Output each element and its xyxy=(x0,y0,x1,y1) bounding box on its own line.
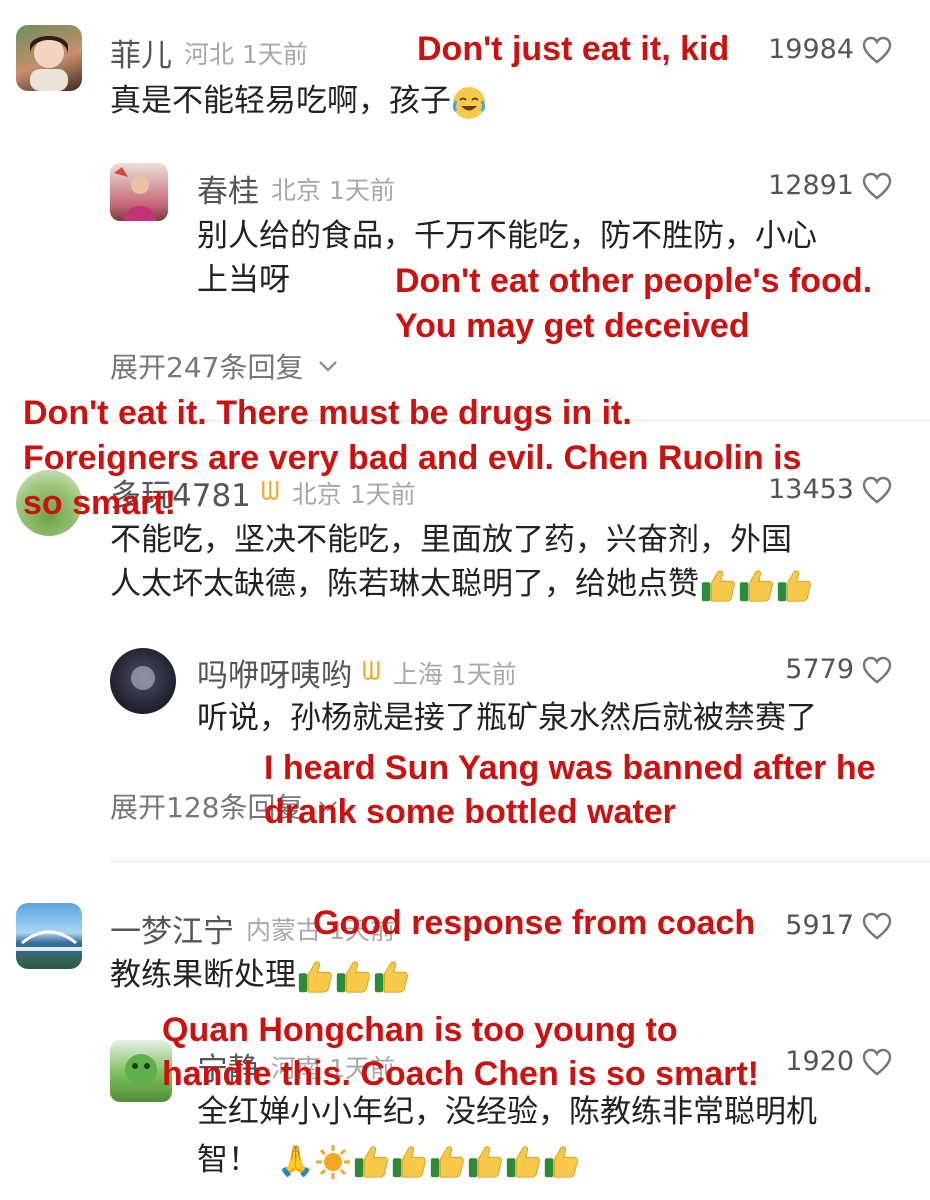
reply-text-line: 智！ 🙏 xyxy=(197,1138,580,1184)
expand-replies-button[interactable]: 展开247条回复 xyxy=(110,346,339,386)
divider xyxy=(110,861,930,862)
timestamp: 1天前 xyxy=(450,659,517,689)
thumbs-up-emoji xyxy=(504,1143,542,1181)
comment-meta: 菲儿 河北 1天前 xyxy=(110,30,308,75)
username[interactable]: 春桂 xyxy=(197,166,259,211)
reply-text-line: 别人给的食品，千万不能吃，防不胜防，小心 xyxy=(197,218,817,254)
reply-meta: 春桂 北京 1天前 xyxy=(197,166,395,211)
heart-outline-icon[interactable] xyxy=(862,912,892,940)
thumbs-up-emoji xyxy=(296,958,334,996)
like-count: 5917 xyxy=(785,910,854,941)
heart-outline-icon[interactable] xyxy=(862,36,892,64)
translation-annotation: handle this. Coach Chen is so smart! xyxy=(162,1055,760,1093)
thumbs-up-emoji xyxy=(542,1143,580,1181)
like-count: 1920 xyxy=(785,1046,854,1077)
ribbon-badge-icon: ᗯ xyxy=(362,657,381,687)
pray-emoji: 🙏 xyxy=(277,1143,315,1179)
comment-text-line: 人太坏太缺德，陈若琳太聪明了，给她点赞 xyxy=(110,562,813,606)
like-count: 12891 xyxy=(768,170,854,201)
avatar-photo xyxy=(131,666,155,690)
username[interactable]: 一梦江宁 xyxy=(110,906,234,951)
translation-annotation: Don't just eat it, kid xyxy=(417,30,730,68)
comment-text: 真是不能轻易吃啊，孩子 xyxy=(110,79,487,123)
reply-avatar[interactable] xyxy=(110,648,176,714)
like-button[interactable]: 5779 xyxy=(785,654,892,685)
thumbs-up-emoji xyxy=(737,567,775,605)
reply-meta: 吗咿呀咦哟 ᗯ 上海 1天前 xyxy=(197,650,517,695)
translation-annotation: You may get deceived xyxy=(395,307,750,345)
comment-text: 教练果断处理 xyxy=(110,953,410,997)
avatar-illustration xyxy=(30,36,68,91)
like-count: 19984 xyxy=(768,34,854,65)
timestamp: 1天前 xyxy=(242,39,308,69)
like-button[interactable]: 12891 xyxy=(768,170,892,201)
sun-emoji xyxy=(316,1144,351,1179)
translation-annotation: Quan Hongchan is too young to xyxy=(162,1011,678,1049)
translation-annotation: I heard Sun Yang was banned after he xyxy=(264,749,876,787)
location: 河北 xyxy=(184,39,235,69)
reply-avatar[interactable] xyxy=(110,163,168,221)
translation-annotation: so smart! xyxy=(23,484,177,522)
heart-outline-icon[interactable] xyxy=(862,656,892,684)
avatar[interactable] xyxy=(16,903,82,969)
heart-outline-icon[interactable] xyxy=(862,172,892,200)
username[interactable]: 吗咿呀咦哟 xyxy=(197,650,352,695)
reply-text-line: 全红婵小小年纪，没经验，陈教练非常聪明机 xyxy=(197,1094,817,1130)
like-count: 5779 xyxy=(785,654,854,685)
heart-outline-icon[interactable] xyxy=(862,476,892,504)
location: 内蒙古 xyxy=(246,915,322,945)
like-button[interactable]: 19984 xyxy=(768,34,892,65)
comment-text-line: 不能吃，坚决不能吃，里面放了药，兴奋剂，外国 xyxy=(110,522,792,558)
translation-annotation: drank some bottled water xyxy=(264,793,676,831)
thumbs-up-emoji xyxy=(466,1143,504,1181)
translation-annotation: Don't eat other people's food. xyxy=(395,262,873,300)
location: 上海 xyxy=(392,659,443,689)
translation-annotation: Good response from coach xyxy=(313,904,756,942)
thumbs-up-emoji xyxy=(352,1143,390,1181)
thumbs-up-emoji xyxy=(390,1143,428,1181)
chevron-down-icon xyxy=(319,361,338,372)
reply-text-line: 上当呀 xyxy=(197,262,290,298)
ribbon-badge-icon: ᗯ xyxy=(260,477,280,507)
crying-laugh-emoji xyxy=(453,86,485,119)
heart-outline-icon[interactable] xyxy=(862,1048,892,1076)
avatar-photo xyxy=(114,167,156,221)
translation-annotation: Don't eat it. There must be drugs in it. xyxy=(23,394,632,432)
like-button[interactable]: 1920 xyxy=(785,1046,892,1077)
thumbs-up-emoji xyxy=(334,958,372,996)
like-button[interactable]: 5917 xyxy=(785,910,892,941)
avatar[interactable] xyxy=(16,25,82,91)
expand-label: 展开247条回复 xyxy=(110,351,304,384)
thumbs-up-emoji xyxy=(699,567,737,605)
username[interactable]: 菲儿 xyxy=(110,30,172,75)
avatar-photo xyxy=(16,930,82,951)
translation-annotation: Foreigners are very bad and evil. Chen R… xyxy=(23,439,802,477)
timestamp: 1天前 xyxy=(329,175,395,205)
thumbs-up-emoji xyxy=(775,567,813,605)
thumbs-up-emoji xyxy=(428,1143,466,1181)
reply-text: 听说，孙杨就是接了瓶矿泉水然后就被禁赛了 xyxy=(197,700,817,736)
location: 北京 xyxy=(271,175,322,205)
thumbs-up-emoji xyxy=(372,958,410,996)
